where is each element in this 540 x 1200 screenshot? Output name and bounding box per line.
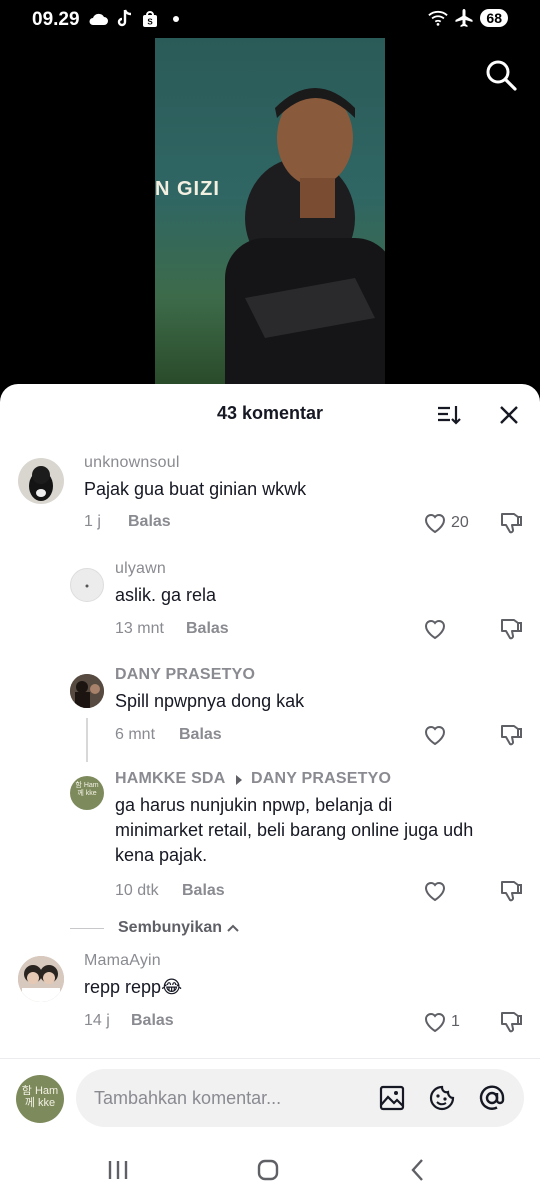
status-bar: 09.29 S 68 bbox=[0, 0, 540, 38]
dislike-icon[interactable] bbox=[498, 878, 524, 904]
comment-time: 6 mnt bbox=[115, 726, 156, 743]
comment-time: 10 dtk bbox=[115, 882, 159, 899]
sort-icon[interactable] bbox=[436, 402, 462, 428]
comment-item: MamaAyin repp repp😂 14 j Balas 1 bbox=[0, 948, 540, 1058]
cloud-icon bbox=[88, 9, 108, 29]
dislike-icon[interactable] bbox=[498, 510, 524, 536]
reply-button[interactable]: Balas bbox=[128, 513, 171, 531]
hide-replies-label: Sembunyikan bbox=[118, 919, 223, 936]
like-count: 20 bbox=[451, 514, 469, 531]
reply-button[interactable]: Balas bbox=[182, 882, 225, 900]
comment-time: 1 j bbox=[84, 513, 101, 530]
shop-icon: S bbox=[140, 9, 160, 29]
status-time: 09.29 bbox=[32, 9, 80, 30]
recent-apps-icon[interactable] bbox=[104, 1156, 132, 1184]
heart-icon[interactable] bbox=[422, 616, 448, 642]
search-icon[interactable] bbox=[484, 58, 518, 92]
avatar-text: kke bbox=[85, 790, 97, 797]
avatar[interactable] bbox=[70, 568, 104, 602]
comment-time: 13 mnt bbox=[115, 620, 164, 637]
reply-to-username[interactable]: DANY PRASETYO bbox=[251, 770, 391, 788]
comment-item: unknownsoul Pajak gua buat ginian wkwk 1… bbox=[0, 446, 540, 552]
emoji-icon[interactable] bbox=[428, 1084, 456, 1112]
back-icon[interactable] bbox=[404, 1156, 432, 1184]
comment-username[interactable]: HAMKKE SDA bbox=[115, 770, 225, 788]
dot-icon bbox=[166, 9, 186, 29]
video-player[interactable]: N GIZI bbox=[155, 38, 385, 384]
comment-text: aslik. ga rela bbox=[115, 585, 217, 605]
home-icon[interactable] bbox=[254, 1156, 282, 1184]
avatar-text: Ham bbox=[34, 1085, 59, 1097]
comment-input-bar: 함 Ham 께 kke bbox=[0, 1058, 540, 1138]
avatar[interactable] bbox=[70, 674, 104, 708]
comment-text: Spill npwpnya dong kak bbox=[115, 691, 305, 711]
airplane-icon bbox=[454, 8, 474, 28]
thread-line bbox=[86, 718, 88, 762]
heart-icon[interactable] bbox=[422, 878, 448, 904]
divider bbox=[70, 927, 104, 929]
comment-username[interactable]: MamaAyin bbox=[84, 952, 161, 970]
reply-item: ulyawn aslik. ga rela 13 mnt Balas bbox=[0, 552, 540, 658]
avatar[interactable] bbox=[18, 458, 64, 504]
laughing-emoji: 😂 bbox=[161, 977, 183, 997]
sheet-header: 43 komentar bbox=[0, 384, 540, 446]
reply-item: 함 Ham 께 kke HAMKKE SDA DANY PRASETYO ga … bbox=[0, 764, 540, 920]
comment-text-line: minimarket retail, beli barang online ju… bbox=[115, 820, 474, 840]
reply-button[interactable]: Balas bbox=[179, 726, 222, 744]
hide-replies-button[interactable]: Sembunyikan bbox=[70, 918, 240, 938]
comment-text: repp repp bbox=[84, 977, 162, 997]
avatar-text: Ham bbox=[83, 782, 99, 789]
avatar-text: kke bbox=[38, 1097, 56, 1109]
comments-list[interactable]: unknownsoul Pajak gua buat ginian wkwk 1… bbox=[0, 446, 540, 1058]
tiktok-icon bbox=[114, 9, 134, 29]
wifi-icon bbox=[428, 8, 449, 28]
reply-item: DANY PRASETYO Spill npwpnya dong kak 6 m… bbox=[0, 658, 540, 764]
comment-input[interactable] bbox=[94, 1069, 354, 1127]
like-count: 1 bbox=[451, 1013, 460, 1030]
dislike-icon[interactable] bbox=[498, 722, 524, 748]
system-nav-bar bbox=[0, 1138, 540, 1200]
image-icon[interactable] bbox=[378, 1084, 406, 1112]
comments-sheet: 43 komentar unknownsoul Pajak gua buat g… bbox=[0, 384, 540, 1200]
comment-time: 14 j bbox=[84, 1012, 110, 1029]
avatar-text: 함 bbox=[21, 1085, 32, 1097]
dislike-icon[interactable] bbox=[498, 616, 524, 642]
video-person bbox=[225, 88, 385, 384]
my-avatar[interactable]: 함 Ham 께 kke bbox=[16, 1075, 64, 1123]
comment-input-container bbox=[76, 1069, 524, 1127]
avatar-text: 께 bbox=[24, 1097, 35, 1109]
avatar-text: 함 bbox=[75, 782, 82, 789]
caret-right-icon bbox=[234, 773, 244, 785]
reply-button[interactable]: Balas bbox=[186, 620, 229, 638]
comment-text-line: kena pajak. bbox=[115, 845, 208, 865]
heart-icon[interactable] bbox=[422, 1009, 448, 1035]
chevron-up-icon bbox=[226, 921, 240, 935]
dislike-icon[interactable] bbox=[498, 1009, 524, 1035]
heart-icon[interactable] bbox=[422, 722, 448, 748]
comment-username[interactable]: DANY PRASETYO bbox=[115, 666, 255, 684]
comment-text: Pajak gua buat ginian wkwk bbox=[84, 479, 307, 499]
comment-username[interactable]: ulyawn bbox=[115, 560, 166, 578]
close-icon[interactable] bbox=[496, 402, 522, 428]
mention-icon[interactable] bbox=[478, 1084, 506, 1112]
comment-text-line: ga harus nunjukin npwp, belanja di bbox=[115, 795, 393, 815]
svg-text:S: S bbox=[147, 18, 153, 27]
reply-button[interactable]: Balas bbox=[131, 1012, 174, 1030]
avatar-text: 께 bbox=[77, 790, 84, 797]
heart-icon[interactable] bbox=[422, 510, 448, 536]
comment-text-wrap: repp repp😂 bbox=[84, 975, 182, 1000]
avatar[interactable] bbox=[18, 956, 64, 1002]
avatar[interactable]: 함 Ham 께 kke bbox=[70, 776, 104, 810]
battery-indicator: 68 bbox=[480, 9, 508, 27]
comment-username[interactable]: unknownsoul bbox=[84, 454, 180, 472]
